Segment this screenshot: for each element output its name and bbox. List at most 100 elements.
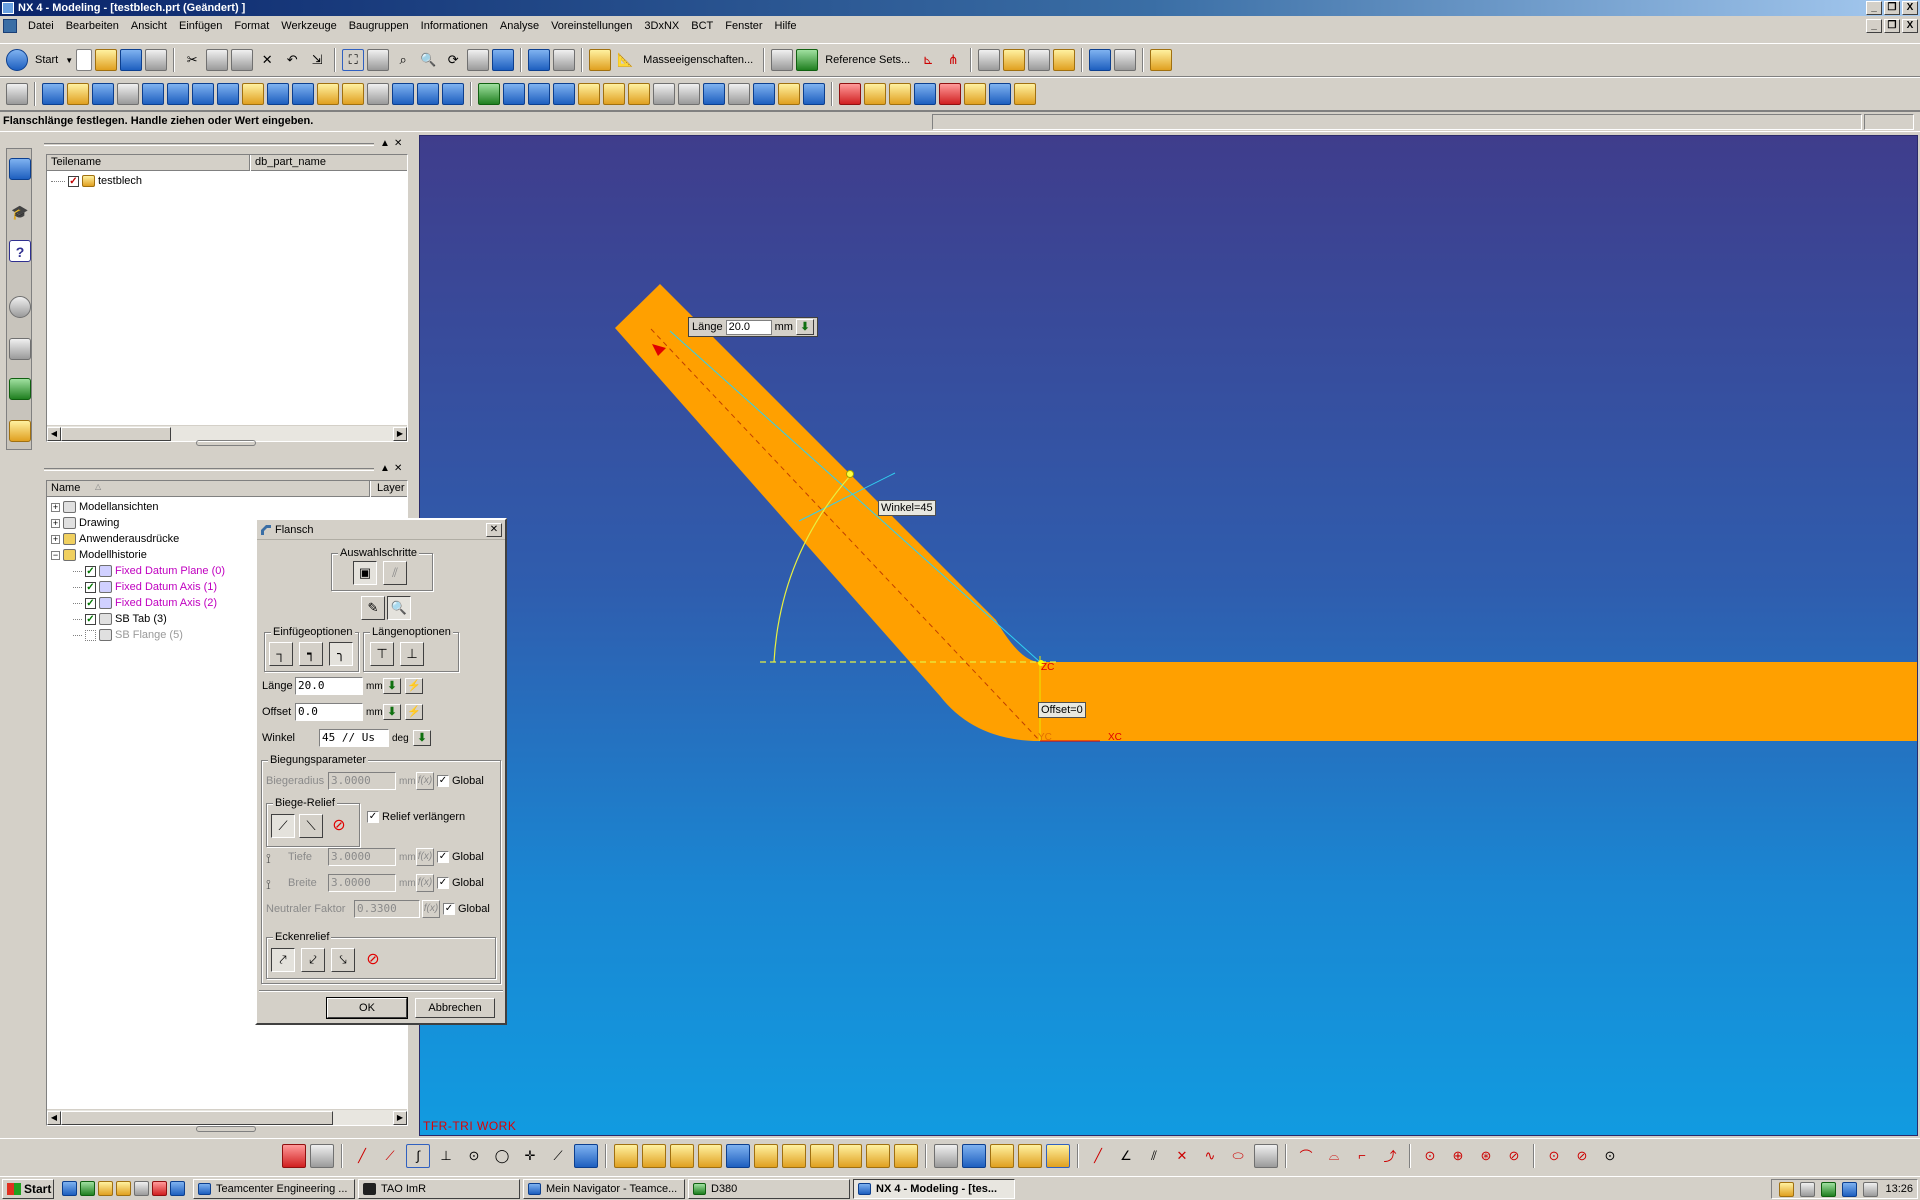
- boolean-unite-icon[interactable]: [478, 83, 500, 105]
- feature-visibility-checkbox[interactable]: ✓: [85, 597, 96, 609]
- edit-feature-icon[interactable]: [839, 83, 861, 105]
- snap-endpoint-icon[interactable]: [614, 1143, 638, 1168]
- window-title-bar[interactable]: NX 4 - Modeling - [testblech.prt (Geände…: [0, 0, 1920, 16]
- snap-center-icon[interactable]: [726, 1143, 750, 1168]
- doc-close-button[interactable]: X: [1902, 19, 1918, 33]
- corner-relief-bend-face-icon[interactable]: ⤦: [301, 948, 325, 972]
- component-icon[interactable]: [1114, 49, 1137, 71]
- quicklaunch-app-icon[interactable]: [134, 1181, 149, 1196]
- point-on-curve-icon[interactable]: ⟋: [546, 1144, 570, 1168]
- scroll-right-icon[interactable]: ▶: [393, 427, 407, 441]
- offset-field[interactable]: 0.0: [295, 703, 363, 721]
- angle-arrow-down-icon[interactable]: ⬇: [413, 730, 431, 746]
- copy-icon[interactable]: [206, 49, 229, 71]
- bend-radius-fx-button[interactable]: f(x): [416, 772, 434, 790]
- tree-item[interactable]: ✓ Fixed Datum Axis (1): [73, 579, 217, 595]
- contour-flange-icon[interactable]: [92, 83, 114, 105]
- circle-center-icon[interactable]: ⊙: [1418, 1144, 1442, 1168]
- splitter-handle[interactable]: [196, 1126, 256, 1132]
- width-fx-button[interactable]: f(x): [416, 874, 434, 892]
- corner-relief-bend-icon[interactable]: ⤤: [271, 948, 295, 972]
- bead-icon[interactable]: [292, 83, 314, 105]
- length-field[interactable]: 20.0: [295, 677, 363, 695]
- sheetmetal-flange-icon[interactable]: [67, 83, 89, 105]
- menu-format[interactable]: Format: [228, 16, 275, 36]
- select-icon[interactable]: ⇲: [306, 49, 328, 71]
- width-field[interactable]: 3.0000: [328, 874, 396, 892]
- doc-minimize-button[interactable]: _: [1866, 19, 1882, 33]
- snap-on-curve-icon[interactable]: [810, 1143, 834, 1168]
- pan-icon[interactable]: [467, 49, 490, 71]
- relief-square-icon[interactable]: ⟋: [271, 814, 295, 838]
- circle-icon[interactable]: ◯: [490, 1144, 514, 1168]
- length-inner-icon[interactable]: ⊤: [370, 642, 394, 666]
- tray-printer-icon[interactable]: [1863, 1181, 1879, 1197]
- flat-pattern-icon[interactable]: [392, 83, 414, 105]
- snap-quadrant-icon[interactable]: [754, 1143, 778, 1168]
- quicklaunch-desktop-icon[interactable]: [62, 1181, 77, 1196]
- expand-toggle-icon[interactable]: −: [51, 550, 60, 560]
- mirror-icon[interactable]: [803, 83, 825, 105]
- snap-on-face-icon[interactable]: [838, 1143, 862, 1168]
- point-icon[interactable]: ⊙: [1542, 1144, 1566, 1168]
- tree-item[interactable]: ✓ Fixed Datum Axis (2): [73, 595, 217, 611]
- depth-field[interactable]: 3.0000: [328, 848, 396, 866]
- snap-existing-icon[interactable]: [782, 1143, 806, 1168]
- edge-blend-icon[interactable]: [528, 83, 550, 105]
- groove-icon[interactable]: [703, 83, 725, 105]
- close-icon[interactable]: ✕: [486, 523, 502, 537]
- task-navigator[interactable]: Mein Navigator - Teamce...: [523, 1178, 685, 1199]
- zoom-icon[interactable]: 🔍: [417, 49, 439, 71]
- panel-collapse-icon[interactable]: ▲: [380, 463, 390, 475]
- menu-bct[interactable]: BCT: [685, 16, 719, 36]
- col-db-part-name[interactable]: db_part_name: [255, 156, 326, 168]
- paste-icon[interactable]: [231, 49, 254, 71]
- horizontal-scrollbar[interactable]: ◀ ▶: [47, 1109, 407, 1125]
- quicklaunch-browser-icon[interactable]: [98, 1181, 113, 1196]
- corner-icon[interactable]: [267, 83, 289, 105]
- zoom-window-icon[interactable]: ⌕: [392, 49, 414, 71]
- scroll-thumb[interactable]: [61, 427, 171, 441]
- sketch-grid-icon[interactable]: [1254, 1143, 1278, 1168]
- quicklaunch-mail-icon[interactable]: [116, 1181, 131, 1196]
- print-icon[interactable]: [145, 49, 168, 71]
- start-menu-button[interactable]: Start: [31, 54, 62, 66]
- feature-params-icon[interactable]: [864, 83, 886, 105]
- circle-radius-icon[interactable]: ⊘: [1502, 1144, 1526, 1168]
- arc-3pt-icon[interactable]: ⌓: [1322, 1144, 1346, 1168]
- col-layer[interactable]: Layer: [377, 482, 405, 494]
- edit-position-icon[interactable]: [889, 83, 911, 105]
- offset-label[interactable]: Offset=0: [1038, 702, 1086, 718]
- chevron-down-icon[interactable]: ▼: [65, 56, 73, 65]
- restore-button[interactable]: ❐: [1884, 1, 1900, 15]
- tree-item[interactable]: − Modellhistorie: [51, 547, 147, 563]
- analysis-icon[interactable]: [978, 49, 1001, 71]
- menu-ansicht[interactable]: Ansicht: [125, 16, 173, 36]
- palette-icon[interactable]: [9, 378, 31, 400]
- quicklaunch-firefox-icon[interactable]: [152, 1181, 167, 1196]
- suppress-icon[interactable]: [964, 83, 986, 105]
- fillet-icon[interactable]: ⌐: [1350, 1144, 1374, 1168]
- mass-props-icon[interactable]: 📐: [614, 49, 636, 71]
- menu-hilfe[interactable]: Hilfe: [769, 16, 803, 36]
- scroll-left-icon[interactable]: ◀: [47, 427, 61, 441]
- tray-security-icon[interactable]: [1821, 1181, 1837, 1197]
- hole-icon[interactable]: [578, 83, 600, 105]
- tray-sync-icon[interactable]: [1842, 1181, 1858, 1197]
- pocket-icon[interactable]: [628, 83, 650, 105]
- pad-icon[interactable]: [653, 83, 675, 105]
- snap-pole-icon[interactable]: [866, 1143, 890, 1168]
- minimize-button[interactable]: _: [1866, 1, 1882, 15]
- menu-analyse[interactable]: Analyse: [494, 16, 545, 36]
- neutral-factor-global-checkbox[interactable]: ✓: [443, 903, 455, 915]
- curve-icon[interactable]: ∫: [406, 1143, 430, 1168]
- line-icon[interactable]: ╱: [350, 1144, 374, 1168]
- shaded-view-icon[interactable]: [528, 49, 551, 71]
- circle-3pt-icon[interactable]: ⊛: [1474, 1144, 1498, 1168]
- length-arrow-down-icon[interactable]: ⬇: [383, 678, 401, 694]
- zoom-box-icon[interactable]: [367, 49, 390, 71]
- cancel-button[interactable]: Abbrechen: [415, 998, 495, 1018]
- sketch-line-icon[interactable]: ╱: [1086, 1144, 1110, 1168]
- neutral-factor-field[interactable]: 0.3300: [354, 900, 420, 918]
- mass-props-button[interactable]: Masseeigenschaften...: [639, 54, 757, 66]
